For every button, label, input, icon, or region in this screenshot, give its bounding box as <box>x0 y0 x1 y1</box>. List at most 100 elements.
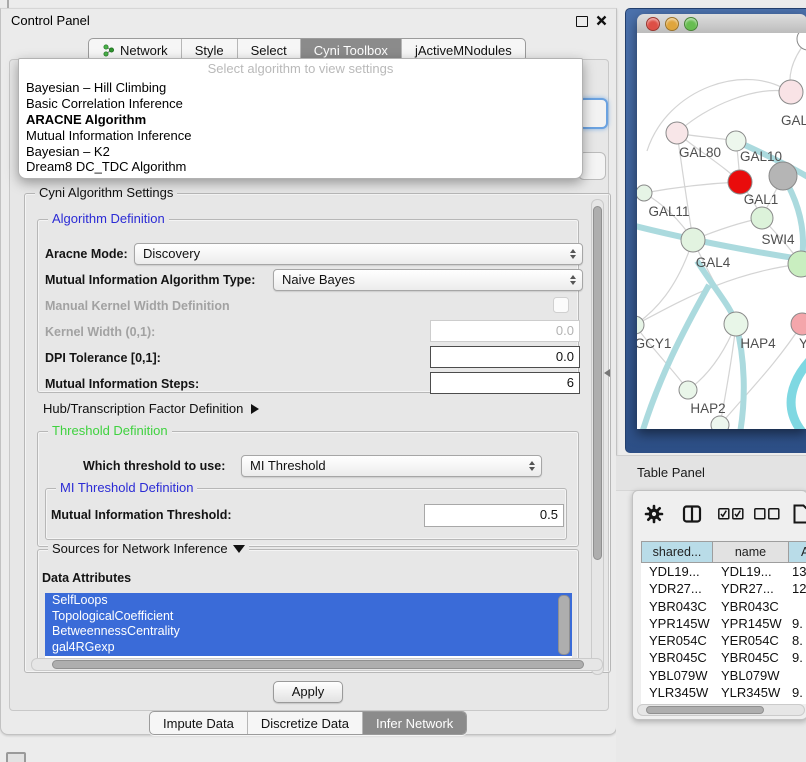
which-threshold-combo[interactable]: MI Threshold <box>241 455 542 477</box>
which-threshold-value: MI Threshold <box>250 458 326 473</box>
hub-definition-section[interactable]: Hub/Transcription Factor Definition <box>43 401 259 416</box>
threshold-definition-title: Threshold Definition <box>48 423 172 438</box>
aracne-mode-label: Aracne Mode: <box>45 247 128 261</box>
network-node[interactable] <box>679 381 697 399</box>
network-node-label: GAL4 <box>696 255 731 270</box>
network-node[interactable] <box>769 162 797 190</box>
table-cell: 9. <box>789 649 806 666</box>
network-node[interactable] <box>779 80 803 104</box>
table-cell: YPR145W <box>713 615 789 632</box>
algorithm-definition-title: Algorithm Definition <box>48 211 169 226</box>
column-header-name[interactable]: name <box>713 541 789 563</box>
data-attribute-item[interactable]: TopologicalCoefficient <box>45 609 572 625</box>
data-attribute-item[interactable]: SelfLoops <box>45 593 572 609</box>
dpi-tolerance-field[interactable]: 0.0 <box>430 346 580 368</box>
gear-icon[interactable] <box>644 504 664 524</box>
mi-threshold-label: Mutual Information Threshold: <box>51 508 232 522</box>
bottom-tabbar: Impute DataDiscretize Data Infer Network <box>149 711 467 735</box>
kernel-width-field[interactable]: 0.0 <box>430 320 580 342</box>
algorithm-dropdown-items: Bayesian – Hill ClimbingBasic Correlatio… <box>19 80 582 175</box>
tab-impute-data[interactable]: Impute Data <box>150 712 247 734</box>
tab-infer-network[interactable]: Infer Network <box>362 712 466 734</box>
mi-steps-field[interactable]: 6 <box>430 372 580 394</box>
table-row[interactable]: YPR145WYPR145W9. <box>641 615 806 632</box>
manual-kernel-checkbox[interactable] <box>553 297 569 313</box>
data-attribute-item[interactable]: gal4RGexp <box>45 640 572 656</box>
network-node[interactable] <box>751 207 773 229</box>
table-row[interactable]: YDR27...YDR27...12 <box>641 580 806 597</box>
algorithm-option[interactable]: Basic Correlation Inference <box>19 96 582 112</box>
network-node-label: GAL11 <box>648 204 689 219</box>
settings-horizontal-scrollbar-thumb[interactable] <box>52 660 584 669</box>
network-node[interactable] <box>728 170 752 194</box>
select-columns-icon[interactable] <box>718 508 744 520</box>
table-row[interactable]: YBR045CYBR045C9. <box>641 649 806 666</box>
table-cell: YBR043C <box>713 598 789 615</box>
settings-vertical-scrollbar-track[interactable] <box>591 199 604 675</box>
network-node[interactable] <box>724 312 748 336</box>
network-node-label: GAL <box>781 113 806 128</box>
apply-button[interactable]: Apply <box>273 681 343 703</box>
table-cell <box>789 667 806 684</box>
algorithm-option[interactable]: Dream8 DC_TDC Algorithm <box>19 159 582 175</box>
network-canvas[interactable]: GAL80GAL10GAL1GAL11SWI4GAL4GCY1HAP4HAP2G… <box>637 33 806 429</box>
algorithm-option[interactable]: Bayesian – K2 <box>19 144 582 160</box>
float-window-icon[interactable] <box>576 16 588 27</box>
network-node[interactable] <box>711 416 729 429</box>
table-rows: YDL19...YDL19...13YDR27...YDR27...12YBR0… <box>641 563 806 704</box>
splitter-collapse-icon[interactable] <box>604 369 610 377</box>
settings-vertical-scrollbar-thumb[interactable] <box>593 206 602 560</box>
network-node[interactable] <box>666 122 688 144</box>
collapse-down-icon[interactable] <box>233 545 245 553</box>
algorithm-option[interactable]: Bayesian – Hill Climbing <box>19 80 582 96</box>
column-header-a[interactable]: A <box>789 541 806 563</box>
mi-type-combo[interactable]: Naive Bayes <box>273 269 583 291</box>
table-cell: 9. <box>789 684 806 701</box>
column-header-shared[interactable]: shared... <box>641 541 713 563</box>
table-row[interactable]: YDL19...YDL19...13 <box>641 563 806 580</box>
network-node[interactable] <box>791 313 806 335</box>
table-row[interactable]: YBR043CYBR043C <box>641 598 806 615</box>
table-cell: 12 <box>789 580 806 597</box>
network-node[interactable] <box>637 185 652 201</box>
aracne-mode-combo[interactable]: Discovery <box>134 243 583 265</box>
algorithm-option[interactable]: Mutual Information Inference <box>19 128 582 144</box>
network-graph: GAL80GAL10GAL1GAL11SWI4GAL4GCY1HAP4HAP2G… <box>637 33 806 429</box>
close-traffic-light-icon[interactable] <box>646 17 660 31</box>
data-attribute-item[interactable]: BetweennessCentrality <box>45 624 572 640</box>
table-cell: YDL19... <box>641 563 713 580</box>
table-horizontal-scrollbar-track[interactable] <box>637 704 805 716</box>
dpi-tolerance-label: DPI Tolerance [0,1]: <box>45 351 161 365</box>
table-cell: YDR27... <box>641 580 713 597</box>
kernel-width-label: Kernel Width (0,1): <box>45 325 155 339</box>
mi-type-label: Mutual Information Algorithm Type: <box>45 273 255 287</box>
tab-discretize-data[interactable]: Discretize Data <box>247 712 362 734</box>
combo-arrows-icon <box>570 244 576 264</box>
minimized-panel-icon[interactable] <box>6 752 26 762</box>
unselect-columns-icon[interactable] <box>754 508 780 520</box>
expand-right-icon[interactable] <box>251 404 259 414</box>
network-view-frame: GAL80GAL10GAL1GAL11SWI4GAL4GCY1HAP4HAP2G… <box>625 8 806 453</box>
network-node-label: HAP4 <box>740 336 776 351</box>
zoom-traffic-light-icon[interactable] <box>684 17 698 31</box>
control-panel-title: Control Panel <box>11 13 90 28</box>
table-panel-region: Table Panel shared...nameA YDL19...YDL19… <box>616 455 806 762</box>
network-node[interactable] <box>797 33 806 50</box>
split-columns-icon[interactable] <box>682 504 702 524</box>
network-node[interactable] <box>726 131 746 151</box>
table-horizontal-scrollbar-thumb[interactable] <box>646 706 764 714</box>
document-icon[interactable] <box>793 504 806 524</box>
mi-type-value: Naive Bayes <box>282 272 355 287</box>
table-row[interactable]: YLR345WYLR345W9. <box>641 684 806 701</box>
table-row[interactable]: YBL079WYBL079W <box>641 667 806 684</box>
minimize-traffic-light-icon[interactable] <box>665 17 679 31</box>
mi-threshold-field[interactable]: 0.5 <box>424 504 564 527</box>
settings-horizontal-scrollbar-track[interactable] <box>31 658 603 671</box>
list-vertical-scrollbar[interactable] <box>558 595 570 655</box>
close-icon[interactable] <box>596 15 607 26</box>
table-row[interactable]: YER054CYER054C8. <box>641 632 806 649</box>
network-node[interactable] <box>681 228 705 252</box>
algorithm-option[interactable]: ARACNE Algorithm <box>19 112 582 128</box>
network-window-titlebar[interactable] <box>637 14 806 34</box>
tab-label: Infer Network <box>376 716 453 731</box>
